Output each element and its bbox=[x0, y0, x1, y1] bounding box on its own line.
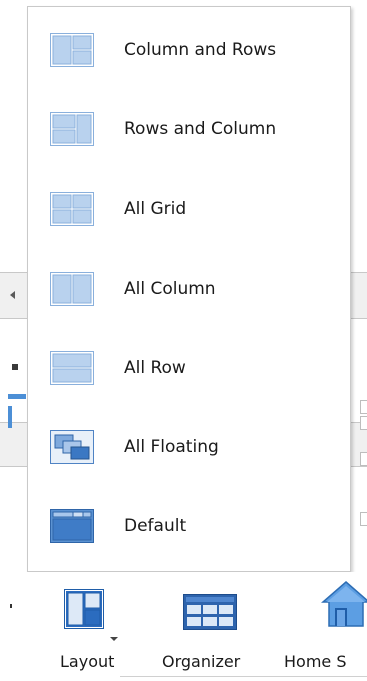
menu-item-rows-and-column[interactable]: Rows and Column bbox=[28, 97, 350, 161]
background-scroll-handle[interactable] bbox=[360, 512, 367, 526]
home-button[interactable]: Home S bbox=[283, 572, 367, 681]
menu-item-label: All Floating bbox=[124, 437, 219, 457]
menu-item-all-column[interactable]: All Column bbox=[28, 257, 350, 321]
all-grid-layout-icon bbox=[50, 192, 94, 226]
screen: Column and Rows Rows and Column All Grid… bbox=[0, 0, 367, 681]
layout-button[interactable]: Layout bbox=[56, 572, 126, 681]
toolbar-separator bbox=[10, 604, 12, 608]
menu-item-all-grid[interactable]: All Grid bbox=[28, 177, 350, 241]
organizer-button[interactable]: Organizer bbox=[160, 572, 268, 681]
menu-item-label: All Row bbox=[124, 358, 186, 378]
all-column-layout-icon bbox=[50, 272, 94, 306]
background-selection-mark bbox=[8, 406, 12, 428]
home-button-label: Home S bbox=[284, 652, 347, 671]
background-scroll-handle[interactable] bbox=[360, 452, 367, 466]
background-scroll-handle[interactable] bbox=[360, 400, 367, 414]
rows-and-column-layout-icon bbox=[50, 112, 94, 146]
background-scroll-handle[interactable] bbox=[360, 416, 367, 430]
menu-item-all-floating[interactable]: All Floating bbox=[28, 415, 350, 479]
layout-dropdown-menu: Column and Rows Rows and Column All Grid… bbox=[27, 6, 351, 572]
chevron-down-icon[interactable] bbox=[110, 637, 118, 641]
menu-item-label: All Column bbox=[124, 279, 216, 299]
default-layout-icon bbox=[50, 509, 94, 543]
menu-item-default[interactable]: Default bbox=[28, 494, 350, 558]
menu-item-all-row[interactable]: All Row bbox=[28, 336, 350, 400]
collapse-arrow-icon[interactable] bbox=[10, 291, 15, 299]
all-floating-layout-icon bbox=[50, 430, 94, 464]
background-selection-mark bbox=[12, 364, 18, 370]
menu-item-label: All Grid bbox=[124, 199, 187, 219]
bottom-toolbar: Layout Organizer Home S bbox=[0, 572, 367, 681]
column-and-rows-layout-icon bbox=[50, 33, 94, 67]
organizer-button-label: Organizer bbox=[162, 652, 241, 671]
layout-icon bbox=[64, 589, 104, 633]
home-icon bbox=[320, 580, 367, 632]
toolbar-divider bbox=[120, 676, 367, 677]
menu-item-label: Default bbox=[124, 516, 187, 536]
menu-item-column-and-rows[interactable]: Column and Rows bbox=[28, 18, 350, 82]
all-row-layout-icon bbox=[50, 351, 94, 385]
menu-item-label: Column and Rows bbox=[124, 40, 277, 60]
background-selection-mark bbox=[8, 394, 26, 399]
menu-item-label: Rows and Column bbox=[124, 119, 277, 139]
layout-button-label: Layout bbox=[60, 652, 115, 671]
organizer-icon bbox=[183, 594, 237, 634]
